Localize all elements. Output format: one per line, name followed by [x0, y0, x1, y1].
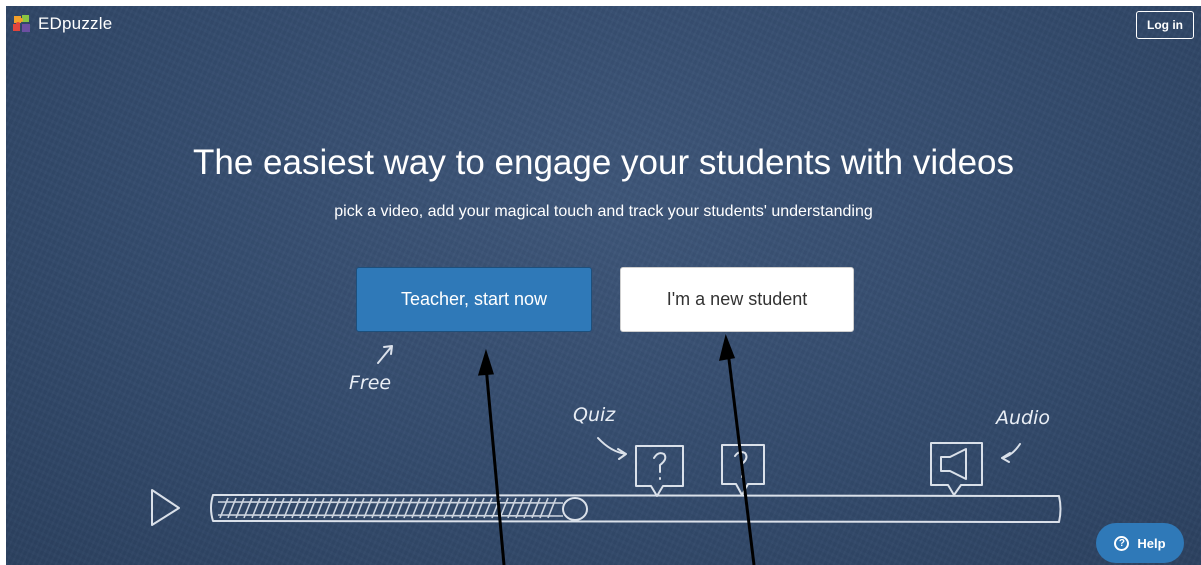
played-portion-hatch	[217, 497, 564, 519]
progress-track	[210, 494, 1062, 523]
free-label: Free	[349, 372, 391, 394]
annotation-arrow-student	[726, 350, 756, 565]
help-circle-icon: ?	[1114, 535, 1130, 551]
play-icon	[151, 489, 180, 526]
help-button[interactable]: ? Help	[1096, 523, 1184, 563]
quiz-arrow-icon	[597, 437, 627, 460]
quiz-label: Quiz	[573, 404, 616, 426]
annotation-arrow-teacher	[484, 365, 506, 565]
chalkboard-hero: EDpuzzle Log in The easiest way to engag…	[6, 6, 1201, 565]
audio-arrow-icon	[1001, 443, 1021, 463]
scrubber-knob	[562, 497, 588, 521]
audio-bubble-icon	[930, 442, 983, 496]
help-label: Help	[1137, 535, 1166, 551]
audio-label: Audio	[994, 407, 1050, 429]
chalk-video-illustration: Free Quiz Audio	[151, 334, 1062, 565]
free-arrow-icon	[377, 345, 393, 364]
